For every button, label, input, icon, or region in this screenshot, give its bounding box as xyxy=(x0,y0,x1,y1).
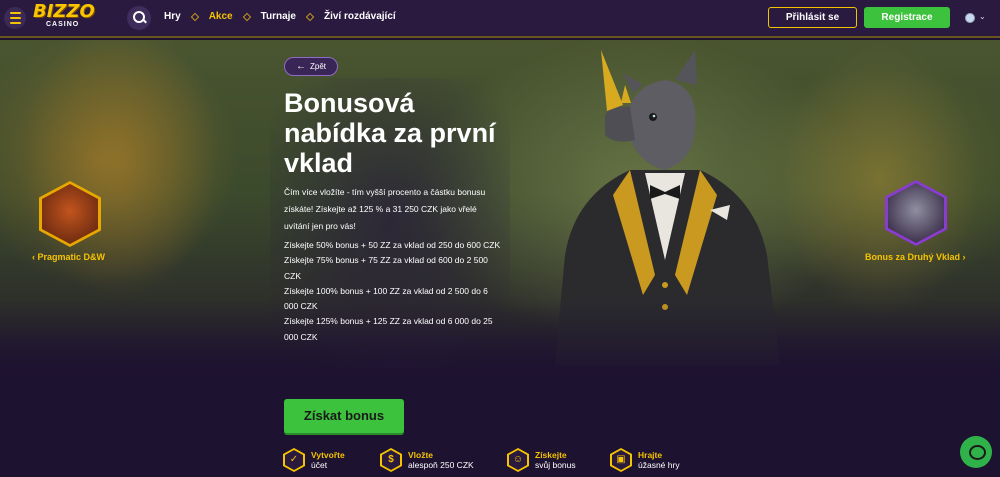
nav-separator xyxy=(242,12,251,21)
list-item: Získejte 75% bonus + 75 ZZ za vklad od 6… xyxy=(284,255,488,281)
step-subtitle: alespoň 250 CZK xyxy=(408,460,474,470)
nav-separator xyxy=(190,12,199,21)
coin-icon: $ xyxy=(380,448,402,472)
next-promo-label: Bonus za Druhý Vklad xyxy=(865,252,961,262)
top-header: BIZZO CASINO Hry Akce Turnaje Živí rozdá… xyxy=(0,0,1000,38)
promo-description: Čím více vložíte - tím vyšší procento a … xyxy=(284,187,486,231)
main-nav: Hry Akce Turnaje Živí rozdávající xyxy=(164,11,396,22)
jungle-foliage-right xyxy=(760,40,1000,340)
list-item: Získejte 125% bonus + 125 ZZ za vklad od… xyxy=(284,316,493,342)
logo-subtext: CASINO xyxy=(46,21,80,28)
step-get-bonus: ☺ Získejte svůj bonus xyxy=(507,448,576,472)
check-icon: ✓ xyxy=(283,448,305,472)
nav-separator xyxy=(305,12,315,21)
smile-icon: ☺ xyxy=(507,448,529,472)
register-button[interactable]: Registrace xyxy=(864,7,950,28)
step-create-account: ✓ Vytvořte účet xyxy=(283,448,345,472)
gift-icon: ▣ xyxy=(610,448,632,472)
menu-icon[interactable] xyxy=(4,7,26,29)
search-icon[interactable] xyxy=(127,6,151,30)
chat-support-icon[interactable] xyxy=(960,436,992,468)
step-title: Hrajte xyxy=(638,450,663,460)
step-title: Získejte xyxy=(535,450,567,460)
wolf-character-icon xyxy=(888,183,944,243)
page-title: Bonusová nabídka za první vklad xyxy=(284,88,496,178)
login-button[interactable]: Přihlásit se xyxy=(768,7,857,28)
nav-item-akce[interactable]: Akce xyxy=(209,11,233,22)
prev-promo-link[interactable]: ‹ Pragmatic D&W xyxy=(32,252,105,262)
chevron-down-icon[interactable]: ⌄ xyxy=(979,12,986,21)
prev-promo-label: Pragmatic D&W xyxy=(37,252,106,262)
globe-icon[interactable] xyxy=(965,13,975,23)
bizzo-casino-logo[interactable]: BIZZO CASINO xyxy=(33,3,99,33)
arrow-left-icon: ← xyxy=(295,60,306,72)
step-subtitle: účet xyxy=(311,460,328,470)
bonus-offer-list: Získejte 50% bonus + 50 ZZ za vklad od 2… xyxy=(284,238,504,345)
chevron-right-icon: › xyxy=(962,252,966,262)
step-deposit: $ Vložte alespoň 250 CZK xyxy=(380,448,474,472)
nav-item-hry[interactable]: Hry xyxy=(164,11,181,22)
step-play: ▣ Hrajte úžasné hry xyxy=(610,448,680,472)
step-title: Vytvořte xyxy=(311,450,345,460)
step-title: Vložte xyxy=(408,450,434,460)
chevron-left-icon: ‹ xyxy=(32,252,35,262)
back-label: Zpět xyxy=(309,62,326,71)
get-bonus-button[interactable]: Získat bonus xyxy=(284,399,404,433)
dog-character-icon xyxy=(42,184,98,244)
nav-item-zivi-rozdavajici[interactable]: Živí rozdávající xyxy=(324,11,396,22)
list-item: Získejte 50% bonus + 50 ZZ za vklad od 2… xyxy=(284,240,501,250)
step-subtitle: úžasné hry xyxy=(638,460,680,470)
next-promo-link[interactable]: Bonus za Druhý Vklad › xyxy=(865,252,966,262)
list-item: Získejte 100% bonus + 100 ZZ za vklad od… xyxy=(284,285,488,312)
jungle-foliage-left xyxy=(0,40,260,340)
step-subtitle: svůj bonus xyxy=(535,460,576,470)
logo-text: BIZZO xyxy=(33,1,95,22)
back-button[interactable]: ← Zpět xyxy=(284,57,338,76)
nav-item-turnaje[interactable]: Turnaje xyxy=(261,11,296,22)
